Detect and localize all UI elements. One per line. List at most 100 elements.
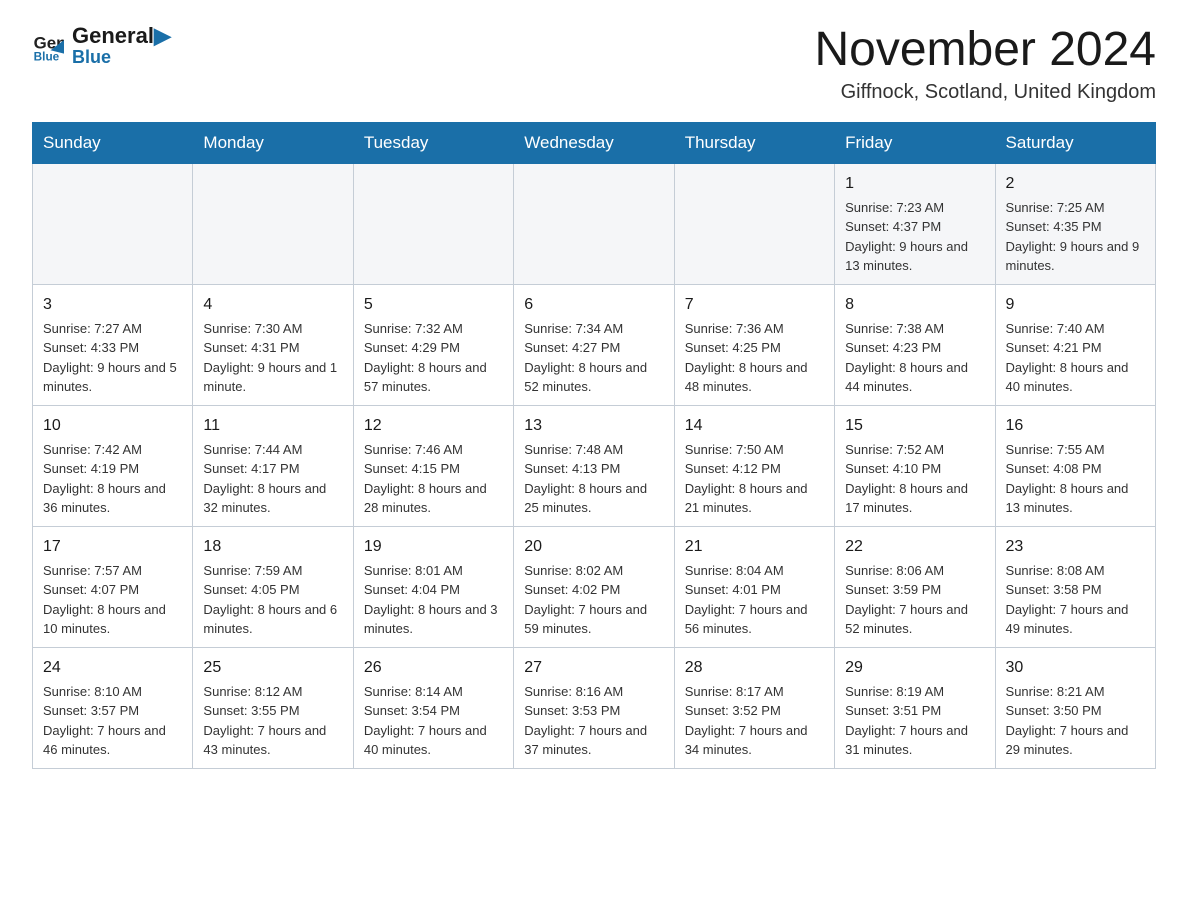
calendar-cell: 25Sunrise: 8:12 AMSunset: 3:55 PMDayligh… <box>193 647 353 768</box>
sunset-text: Sunset: 4:05 PM <box>203 580 342 600</box>
week-row-1: 1Sunrise: 7:23 AMSunset: 4:37 PMDaylight… <box>33 163 1156 284</box>
sunrise-text: Sunrise: 7:36 AM <box>685 319 824 339</box>
daylight-text: Daylight: 8 hours and 44 minutes. <box>845 358 984 397</box>
sunrise-text: Sunrise: 7:57 AM <box>43 561 182 581</box>
day-number: 16 <box>1006 414 1145 438</box>
day-number: 25 <box>203 656 342 680</box>
sunrise-text: Sunrise: 7:38 AM <box>845 319 984 339</box>
sunrise-text: Sunrise: 7:40 AM <box>1006 319 1145 339</box>
page-header: General Blue General▶ Blue November 2024… <box>32 24 1156 104</box>
sunrise-text: Sunrise: 7:32 AM <box>364 319 503 339</box>
calendar-cell <box>514 163 674 284</box>
header-monday: Monday <box>193 122 353 163</box>
sunset-text: Sunset: 3:51 PM <box>845 701 984 721</box>
sunset-text: Sunset: 4:13 PM <box>524 459 663 479</box>
header-tuesday: Tuesday <box>353 122 513 163</box>
sunset-text: Sunset: 3:52 PM <box>685 701 824 721</box>
daylight-text: Daylight: 8 hours and 32 minutes. <box>203 479 342 518</box>
header-wednesday: Wednesday <box>514 122 674 163</box>
sunrise-text: Sunrise: 7:30 AM <box>203 319 342 339</box>
daylight-text: Daylight: 9 hours and 5 minutes. <box>43 358 182 397</box>
day-number: 19 <box>364 535 503 559</box>
day-number: 8 <box>845 293 984 317</box>
daylight-text: Daylight: 8 hours and 21 minutes. <box>685 479 824 518</box>
calendar-cell: 2Sunrise: 7:25 AMSunset: 4:35 PMDaylight… <box>995 163 1155 284</box>
calendar-cell: 10Sunrise: 7:42 AMSunset: 4:19 PMDayligh… <box>33 405 193 526</box>
daylight-text: Daylight: 8 hours and 36 minutes. <box>43 479 182 518</box>
sunrise-text: Sunrise: 7:46 AM <box>364 440 503 460</box>
sunset-text: Sunset: 4:33 PM <box>43 338 182 358</box>
sunset-text: Sunset: 4:19 PM <box>43 459 182 479</box>
daylight-text: Daylight: 7 hours and 52 minutes. <box>845 600 984 639</box>
daylight-text: Daylight: 7 hours and 49 minutes. <box>1006 600 1145 639</box>
sunset-text: Sunset: 3:54 PM <box>364 701 503 721</box>
calendar-cell: 20Sunrise: 8:02 AMSunset: 4:02 PMDayligh… <box>514 526 674 647</box>
sunrise-text: Sunrise: 7:34 AM <box>524 319 663 339</box>
sunset-text: Sunset: 3:57 PM <box>43 701 182 721</box>
daylight-text: Daylight: 7 hours and 37 minutes. <box>524 721 663 760</box>
header-friday: Friday <box>835 122 995 163</box>
day-number: 28 <box>685 656 824 680</box>
sunset-text: Sunset: 3:58 PM <box>1006 580 1145 600</box>
day-number: 7 <box>685 293 824 317</box>
calendar-header-row: SundayMondayTuesdayWednesdayThursdayFrid… <box>33 122 1156 163</box>
calendar-cell: 9Sunrise: 7:40 AMSunset: 4:21 PMDaylight… <box>995 284 1155 405</box>
calendar-cell: 1Sunrise: 7:23 AMSunset: 4:37 PMDaylight… <box>835 163 995 284</box>
month-year-title: November 2024 <box>814 24 1156 77</box>
sunset-text: Sunset: 4:27 PM <box>524 338 663 358</box>
day-number: 27 <box>524 656 663 680</box>
day-number: 11 <box>203 414 342 438</box>
svg-text:Blue: Blue <box>34 50 60 62</box>
day-number: 26 <box>364 656 503 680</box>
sunset-text: Sunset: 3:50 PM <box>1006 701 1145 721</box>
calendar-cell: 17Sunrise: 7:57 AMSunset: 4:07 PMDayligh… <box>33 526 193 647</box>
calendar-cell: 23Sunrise: 8:08 AMSunset: 3:58 PMDayligh… <box>995 526 1155 647</box>
location-subtitle: Giffnock, Scotland, United Kingdom <box>814 81 1156 104</box>
daylight-text: Daylight: 8 hours and 48 minutes. <box>685 358 824 397</box>
calendar-cell <box>33 163 193 284</box>
daylight-text: Daylight: 7 hours and 56 minutes. <box>685 600 824 639</box>
daylight-text: Daylight: 7 hours and 46 minutes. <box>43 721 182 760</box>
calendar-cell: 18Sunrise: 7:59 AMSunset: 4:05 PMDayligh… <box>193 526 353 647</box>
calendar-cell: 7Sunrise: 7:36 AMSunset: 4:25 PMDaylight… <box>674 284 834 405</box>
day-number: 9 <box>1006 293 1145 317</box>
sunset-text: Sunset: 4:07 PM <box>43 580 182 600</box>
day-number: 4 <box>203 293 342 317</box>
daylight-text: Daylight: 7 hours and 43 minutes. <box>203 721 342 760</box>
daylight-text: Daylight: 8 hours and 40 minutes. <box>1006 358 1145 397</box>
sunrise-text: Sunrise: 7:42 AM <box>43 440 182 460</box>
day-number: 18 <box>203 535 342 559</box>
sunrise-text: Sunrise: 7:50 AM <box>685 440 824 460</box>
calendar-cell: 27Sunrise: 8:16 AMSunset: 3:53 PMDayligh… <box>514 647 674 768</box>
daylight-text: Daylight: 8 hours and 25 minutes. <box>524 479 663 518</box>
sunrise-text: Sunrise: 8:06 AM <box>845 561 984 581</box>
sunset-text: Sunset: 3:53 PM <box>524 701 663 721</box>
calendar-cell: 30Sunrise: 8:21 AMSunset: 3:50 PMDayligh… <box>995 647 1155 768</box>
calendar-cell: 15Sunrise: 7:52 AMSunset: 4:10 PMDayligh… <box>835 405 995 526</box>
header-sunday: Sunday <box>33 122 193 163</box>
daylight-text: Daylight: 8 hours and 28 minutes. <box>364 479 503 518</box>
day-number: 13 <box>524 414 663 438</box>
sunset-text: Sunset: 4:04 PM <box>364 580 503 600</box>
sunset-text: Sunset: 4:12 PM <box>685 459 824 479</box>
sunrise-text: Sunrise: 8:04 AM <box>685 561 824 581</box>
calendar-cell: 13Sunrise: 7:48 AMSunset: 4:13 PMDayligh… <box>514 405 674 526</box>
daylight-text: Daylight: 7 hours and 40 minutes. <box>364 721 503 760</box>
day-number: 22 <box>845 535 984 559</box>
calendar-title-area: November 2024 Giffnock, Scotland, United… <box>814 24 1156 104</box>
header-thursday: Thursday <box>674 122 834 163</box>
sunrise-text: Sunrise: 8:14 AM <box>364 682 503 702</box>
sunset-text: Sunset: 4:17 PM <box>203 459 342 479</box>
sunrise-text: Sunrise: 8:21 AM <box>1006 682 1145 702</box>
day-number: 5 <box>364 293 503 317</box>
daylight-text: Daylight: 8 hours and 13 minutes. <box>1006 479 1145 518</box>
daylight-text: Daylight: 8 hours and 10 minutes. <box>43 600 182 639</box>
day-number: 17 <box>43 535 182 559</box>
sunrise-text: Sunrise: 7:27 AM <box>43 319 182 339</box>
daylight-text: Daylight: 8 hours and 3 minutes. <box>364 600 503 639</box>
sunset-text: Sunset: 4:37 PM <box>845 217 984 237</box>
calendar-cell: 22Sunrise: 8:06 AMSunset: 3:59 PMDayligh… <box>835 526 995 647</box>
day-number: 3 <box>43 293 182 317</box>
header-saturday: Saturday <box>995 122 1155 163</box>
day-number: 21 <box>685 535 824 559</box>
